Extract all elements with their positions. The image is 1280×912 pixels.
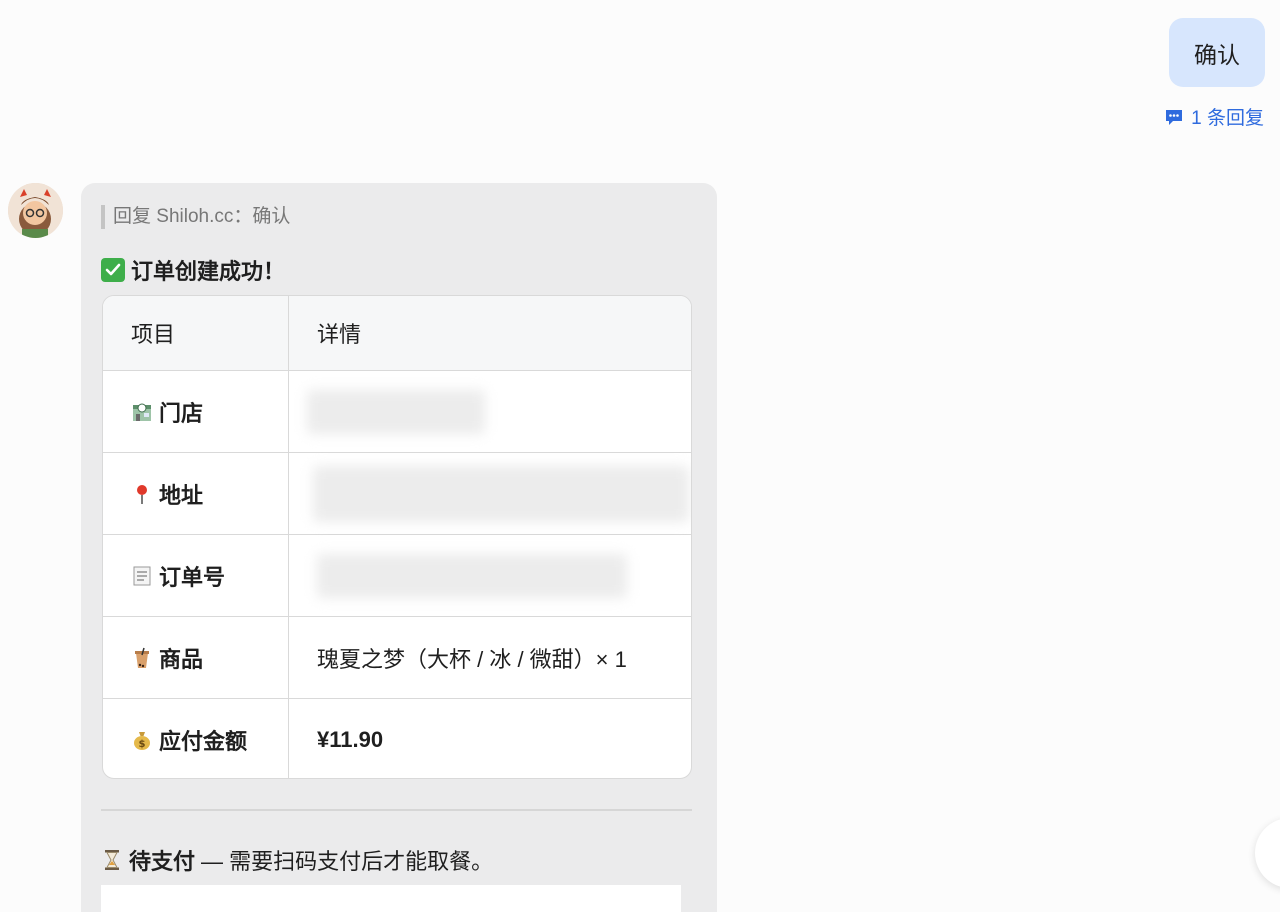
row-value-cell (289, 535, 691, 616)
money-bag-icon: $ (134, 731, 150, 750)
reply-count-text: 1 条回复 (1191, 108, 1264, 129)
amount-due-value: ¥11.90 (317, 726, 384, 752)
payment-status-label: 待支付 (129, 849, 196, 874)
table-header-row: 项目 详情 (103, 296, 691, 370)
row-label: 应付金额 (159, 728, 248, 754)
row-label: 商品 (159, 646, 204, 672)
row-value-cell (289, 453, 691, 534)
comment-icon (1166, 109, 1183, 125)
row-label-cell: 商品 (103, 617, 289, 698)
header-label: 项目 (131, 322, 176, 347)
table-row: $ 应付金额 ¥11.90 (103, 698, 691, 778)
reply-quote-text: 回复 Shiloh.cc：确认 (113, 206, 291, 227)
table-row: 商品 瑰夏之梦（大杯 / 冰 / 微甜）× 1 (103, 616, 691, 698)
receipt-icon (133, 566, 151, 585)
header-label: 详情 (317, 322, 362, 347)
outgoing-message-text: 确认 (1194, 41, 1240, 68)
bot-message-card: 回复 Shiloh.cc：确认 订单创建成功！ 项目 详情 门店 地址 订单号 … (81, 183, 717, 912)
hourglass-icon (105, 850, 119, 870)
product-value: 瑰夏之梦（大杯 / 冰 / 微甜）× 1 (317, 646, 627, 672)
row-label: 订单号 (159, 564, 226, 590)
table-row: 门店 (103, 370, 691, 452)
row-label-cell: 订单号 (103, 535, 289, 616)
store-24-icon (133, 403, 151, 421)
reply-count-link[interactable]: 1 条回复 (1164, 103, 1264, 130)
row-label: 门店 (159, 400, 204, 426)
payment-status-text: — 需要扫码支付后才能取餐。 (201, 849, 494, 874)
redacted-store-name (307, 389, 485, 434)
section-divider (101, 809, 692, 811)
payment-status-line: 待支付 — 需要扫码支付后才能取餐。 (101, 844, 493, 876)
row-label-cell: 地址 (103, 453, 289, 534)
chat-view: 确认 1 条回复 回复 Shiloh.cc：确认 订单创建成功！ 项目 详情 门… (0, 0, 1280, 912)
table-row: 订单号 (103, 534, 691, 616)
bot-avatar[interactable] (8, 183, 63, 238)
table-row: 地址 (103, 452, 691, 534)
scroll-button[interactable] (1255, 818, 1280, 888)
reply-quote[interactable]: 回复 Shiloh.cc：确认 (101, 205, 290, 229)
avatar-icon (8, 183, 63, 238)
row-label-cell: $ 应付金额 (103, 699, 289, 778)
row-label: 地址 (159, 482, 204, 508)
order-success-text: 订单创建成功！ (131, 259, 286, 284)
pin-icon (137, 484, 147, 504)
table-header-item: 项目 (103, 296, 289, 370)
svg-text:$: $ (139, 739, 146, 750)
order-success-title: 订单创建成功！ (101, 254, 285, 286)
table-header-detail: 详情 (289, 296, 691, 370)
bubble-tea-icon (135, 647, 149, 668)
redacted-address (313, 465, 689, 522)
row-value-cell: ¥11.90 (289, 699, 691, 778)
payment-qr-container (101, 885, 681, 912)
redacted-order-number (317, 553, 627, 598)
row-value-cell: 瑰夏之梦（大杯 / 冰 / 微甜）× 1 (289, 617, 691, 698)
row-label-cell: 门店 (103, 371, 289, 452)
order-table: 项目 详情 门店 地址 订单号 商品 瑰夏之梦（大杯 / 冰 / 微甜）× 1 … (102, 295, 692, 779)
check-mark-icon (101, 258, 125, 282)
row-value-cell (289, 371, 691, 452)
outgoing-message-bubble[interactable]: 确认 (1169, 18, 1265, 87)
